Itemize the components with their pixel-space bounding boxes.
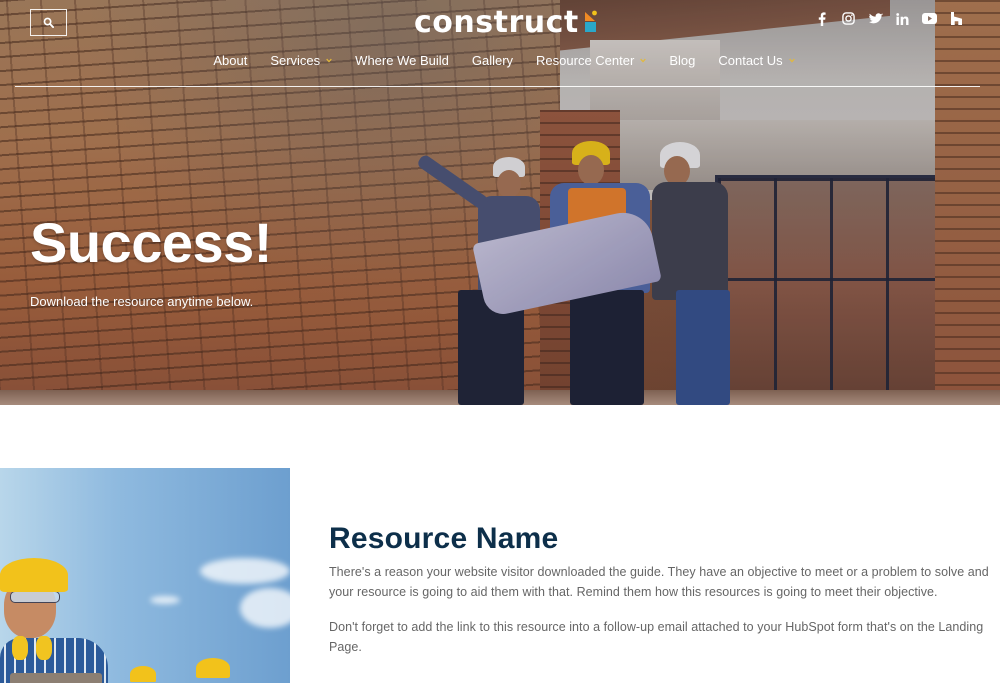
nav-item-gallery[interactable]: Gallery [460, 51, 524, 70]
main-navigation: About Services Where We Build Gallery Re… [0, 51, 1000, 70]
social-links [814, 11, 964, 26]
nav-item-resource-center[interactable]: Resource Center [525, 51, 658, 70]
nav-item-where-we-build[interactable]: Where We Build [344, 51, 461, 70]
resource-description: There's a reason your website visitor do… [329, 565, 989, 599]
facebook-icon[interactable] [814, 11, 829, 26]
nav-item-services[interactable]: Services [259, 51, 344, 70]
instagram-icon[interactable] [841, 11, 856, 26]
nav-item-about[interactable]: About [202, 51, 259, 70]
nav-item-contact-us[interactable]: Contact Us [707, 51, 806, 70]
linkedin-icon[interactable] [895, 11, 910, 26]
youtube-icon[interactable] [922, 11, 937, 26]
logo-mark-icon [584, 10, 597, 34]
resource-image [0, 468, 290, 683]
resource-note: Don't forget to add the link to this res… [329, 620, 984, 654]
logo-wordmark: construct [414, 4, 579, 40]
resource-title: Resource Name [329, 522, 559, 555]
header-divider [15, 86, 980, 87]
hero-section: construct About Services Where We Build … [0, 0, 1000, 405]
hero-subtitle: Download the resource anytime below. [30, 294, 254, 309]
houzz-icon[interactable] [949, 11, 964, 26]
site-logo[interactable]: construct [414, 3, 597, 41]
chevron-down-icon [640, 58, 647, 64]
resource-content: Resource Name There's a reason your webs… [329, 520, 989, 657]
search-button[interactable] [30, 9, 67, 36]
search-icon [43, 17, 54, 28]
hero-title: Success! [30, 211, 272, 274]
twitter-icon[interactable] [868, 11, 883, 26]
nav-item-blog[interactable]: Blog [658, 51, 707, 70]
chevron-down-icon [326, 58, 332, 64]
chevron-down-icon [788, 58, 795, 64]
